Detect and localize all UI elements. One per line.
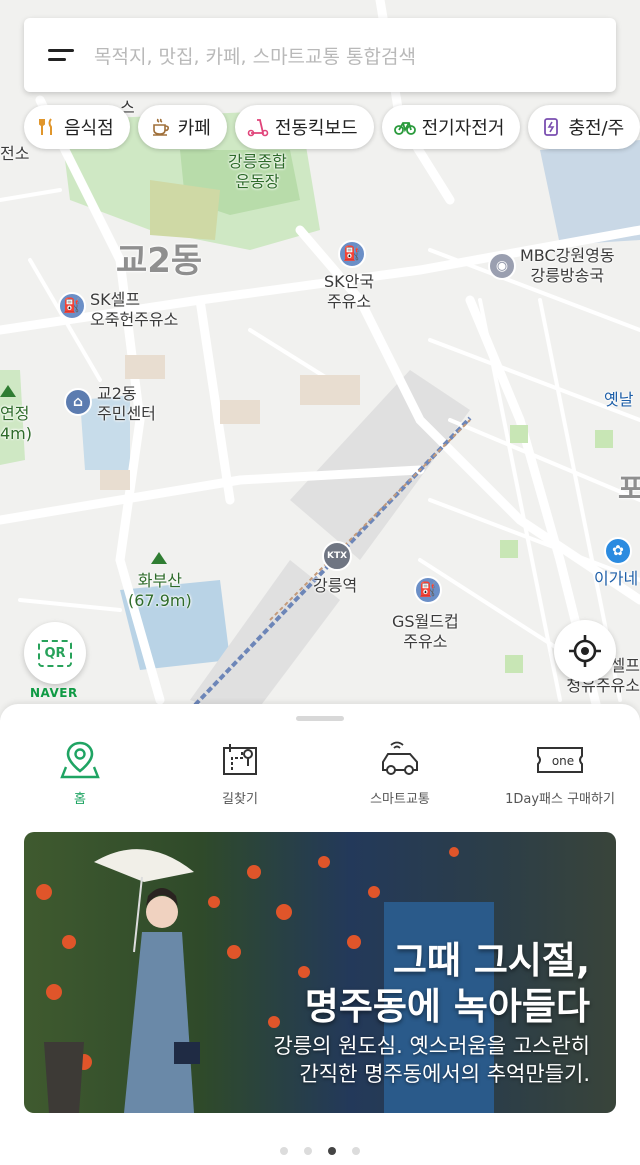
subtitle-line: 강릉의 원도심. 옛스러움을 고스란히 bbox=[273, 1034, 591, 1058]
broadcast-tower-icon[interactable]: ◉ bbox=[488, 252, 516, 280]
tab-bar: 홈 길찾기 스마트교통 one 1Day패스 구매하기 bbox=[0, 738, 640, 818]
map-label-gs-worldcup[interactable]: GS월드컵 주유소 bbox=[392, 612, 459, 652]
chip-cafe[interactable]: 카페 bbox=[137, 105, 227, 149]
map-label-stadium[interactable]: 강릉종합 운동장 bbox=[228, 152, 287, 192]
chip-charging[interactable]: 충전/주 bbox=[528, 105, 640, 149]
map-label-community-center[interactable]: 교2동 주민센터 bbox=[97, 384, 156, 424]
chip-label: 카페 bbox=[177, 118, 211, 139]
tab-label: 1Day패스 구매하기 bbox=[505, 792, 615, 807]
chip-kickboard[interactable]: 전동킥보드 bbox=[234, 105, 374, 149]
map-label-mountain[interactable]: 화부산 (67.9m) bbox=[128, 571, 192, 611]
tab-label: 홈 bbox=[74, 792, 86, 807]
category-chips: 음식점 카페 전동킥보드 전기자전거 충전/주 bbox=[24, 105, 640, 149]
carousel-dot[interactable] bbox=[280, 1147, 288, 1155]
carousel-dot[interactable] bbox=[352, 1147, 360, 1155]
search-input[interactable]: 목적지, 맛집, 카페, 스마트교통 통합검색 bbox=[94, 42, 416, 69]
naver-logo: NAVER bbox=[30, 686, 78, 700]
map-label-partial: 포 bbox=[618, 472, 640, 505]
drag-handle[interactable] bbox=[296, 716, 344, 721]
chip-ebike[interactable]: 전기자전거 bbox=[381, 105, 521, 149]
crosshair-icon bbox=[569, 635, 601, 667]
chip-label: 충전/주 bbox=[568, 118, 625, 139]
gas-station-icon[interactable]: ⛽ bbox=[338, 240, 366, 268]
current-location-button[interactable] bbox=[554, 620, 616, 682]
bicycle-icon bbox=[393, 116, 416, 138]
gas-station-icon[interactable]: ⛽ bbox=[58, 292, 86, 320]
map-label-sk-anguk[interactable]: SK안국 주유소 bbox=[324, 272, 374, 312]
carousel-dot[interactable] bbox=[304, 1147, 312, 1155]
map-label-partial: 옛날 bbox=[604, 390, 634, 409]
mountain-icon bbox=[0, 385, 16, 397]
qr-icon: QR bbox=[38, 639, 72, 667]
tab-label: 길찾기 bbox=[222, 792, 258, 807]
search-bar[interactable]: 목적지, 맛집, 카페, 스마트교통 통합검색 bbox=[24, 18, 616, 92]
map-label-partial: 연정 4m) bbox=[0, 404, 33, 443]
banner-headline: 그때 그시절, 명주동에 녹아들다 bbox=[305, 938, 590, 1030]
coffee-cup-icon bbox=[150, 116, 172, 138]
carousel-dot-active[interactable] bbox=[328, 1147, 336, 1155]
route-map-icon bbox=[160, 738, 320, 782]
qr-scan-button[interactable]: QR bbox=[24, 622, 86, 684]
bottom-sheet[interactable]: 홈 길찾기 스마트교통 one 1Day패스 구매하기 그때 그시절, 명주동에… bbox=[0, 704, 640, 1165]
restaurant-marker-icon[interactable]: ✿ bbox=[604, 537, 632, 565]
tab-smart-traffic[interactable]: 스마트교통 bbox=[320, 738, 480, 807]
map-pin-icon bbox=[0, 738, 160, 782]
chip-label: 음식점 bbox=[64, 118, 114, 139]
carousel-indicator bbox=[0, 1147, 640, 1155]
chip-label: 전기자전거 bbox=[421, 118, 505, 139]
svg-text:one: one bbox=[552, 754, 574, 768]
kickboard-icon bbox=[247, 116, 269, 138]
government-building-icon[interactable]: ⌂ bbox=[64, 388, 92, 416]
ktx-station-icon[interactable]: KTX bbox=[322, 541, 352, 571]
map-label-mbc[interactable]: MBC강원영동 강릉방송국 bbox=[520, 246, 615, 286]
subtitle-line: 간직한 명주동에서의 추억만들기. bbox=[299, 1062, 590, 1086]
chip-label: 전동킥보드 bbox=[274, 118, 358, 139]
map-label-district: 교2동 bbox=[116, 241, 203, 281]
tab-home[interactable]: 홈 bbox=[0, 738, 160, 807]
map-label-partial: 이가네 bbox=[594, 569, 639, 588]
banner-subtitle: 강릉의 원도심. 옛스러움을 고스란히 간직한 명주동에서의 추억만들기. bbox=[274, 1032, 591, 1088]
headline-line: 그때 그시절, bbox=[392, 939, 590, 982]
one-day-ticket-icon: one bbox=[480, 738, 640, 782]
gas-station-icon[interactable]: ⛽ bbox=[414, 576, 442, 604]
mountain-icon bbox=[151, 552, 167, 564]
map-label-station[interactable]: 강릉역 bbox=[313, 576, 357, 596]
utensils-icon bbox=[36, 116, 58, 138]
charging-station-icon bbox=[540, 116, 562, 138]
tab-label: 스마트교통 bbox=[370, 792, 430, 807]
tab-oneday-pass[interactable]: one 1Day패스 구매하기 bbox=[480, 738, 640, 807]
tab-directions[interactable]: 길찾기 bbox=[160, 738, 320, 807]
map-label-sk-self[interactable]: SK셀프 오죽헌주유소 bbox=[90, 290, 178, 330]
chip-restaurant[interactable]: 음식점 bbox=[24, 105, 130, 149]
smart-car-icon bbox=[320, 738, 480, 782]
promo-banner[interactable]: 그때 그시절, 명주동에 녹아들다 강릉의 원도심. 옛스러움을 고스란히 간직… bbox=[24, 832, 616, 1113]
headline-line: 명주동에 녹아들다 bbox=[304, 985, 590, 1028]
menu-icon[interactable] bbox=[48, 47, 74, 63]
